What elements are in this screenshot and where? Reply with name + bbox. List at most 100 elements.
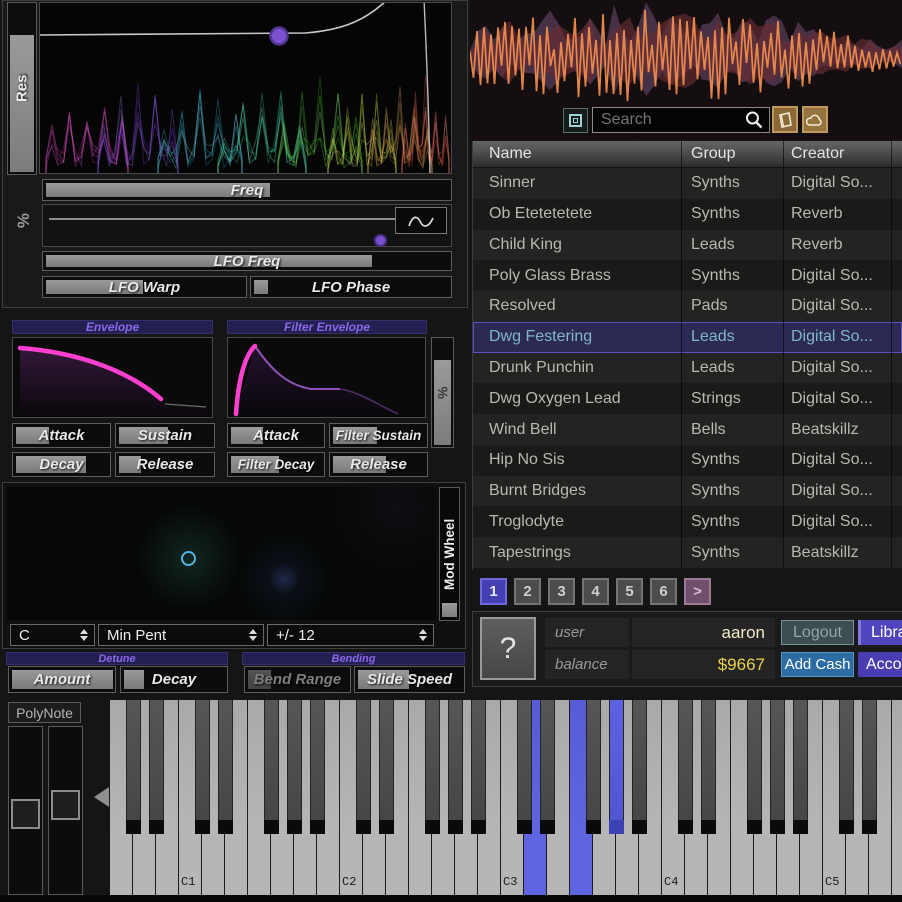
black-key-G#0[interactable]: [126, 700, 141, 834]
polynote-slider-1-handle[interactable]: [11, 799, 40, 829]
table-row[interactable]: SinnerSynthsDigital So...: [473, 168, 902, 199]
amp-attack-button[interactable]: Attack: [12, 423, 111, 448]
library-browse-button[interactable]: [772, 106, 798, 133]
avatar[interactable]: ?: [480, 617, 536, 680]
filter-display[interactable]: [39, 2, 452, 174]
lfo-position-handle[interactable]: [374, 234, 387, 247]
detune-amount-button[interactable]: Amount: [8, 666, 116, 693]
polynote-slider-2[interactable]: [48, 726, 83, 895]
lfo-warp-slider[interactable]: LFO Warp: [42, 276, 247, 298]
lfo-waveform-button[interactable]: [395, 207, 447, 234]
logout-button[interactable]: Logout: [781, 620, 854, 645]
lfo-freq-label: LFO Freq: [214, 253, 281, 270]
table-row[interactable]: Drunk PunchinLeadsDigital So...: [473, 353, 902, 384]
amp-decay-button[interactable]: Decay: [12, 452, 111, 477]
column-header-name[interactable]: Name: [473, 145, 681, 163]
filter-sustain-button[interactable]: Filter Sustain: [329, 423, 428, 448]
filter-envelope-graph[interactable]: [227, 337, 426, 418]
filter-attack-button[interactable]: Attack: [227, 423, 325, 448]
amp-release-button[interactable]: Release: [115, 452, 215, 477]
library-button[interactable]: Library: [858, 620, 902, 645]
envelope-amount-slider[interactable]: %: [431, 337, 454, 448]
column-header-creator[interactable]: Creator: [783, 145, 891, 163]
xy-pad[interactable]: [7, 487, 436, 620]
black-key-A#4[interactable]: [793, 700, 808, 834]
view-mode-button[interactable]: [563, 108, 588, 133]
mod-wheel-slider[interactable]: Mod Wheel: [439, 487, 460, 621]
polynote-slider-2-handle[interactable]: [51, 790, 80, 820]
polynote-slider-1[interactable]: [8, 726, 43, 895]
piano-keyboard[interactable]: C1C2C3C4C5: [110, 700, 902, 895]
black-key-G#1[interactable]: [287, 700, 302, 834]
search-box[interactable]: [592, 107, 770, 133]
page-button-5[interactable]: 5: [616, 578, 643, 605]
black-key-C#5[interactable]: [839, 700, 854, 834]
detune-decay-button[interactable]: Decay: [120, 666, 228, 693]
table-row[interactable]: Wind BellBellsBeatskillz: [473, 414, 902, 445]
root-note-select[interactable]: C: [10, 624, 95, 646]
slide-speed-button[interactable]: Slide Speed: [354, 666, 465, 693]
black-key-A#3[interactable]: [632, 700, 647, 834]
lfo-phase-slider[interactable]: LFO Phase: [250, 276, 452, 298]
lfo-position-slider[interactable]: [42, 204, 452, 247]
freq-slider[interactable]: Freq: [42, 179, 452, 201]
scale-select[interactable]: Min Pent: [98, 624, 264, 646]
column-header-group[interactable]: Group: [681, 145, 783, 163]
black-key-G#3[interactable]: [609, 700, 624, 834]
lfo-freq-slider[interactable]: LFO Freq: [42, 251, 452, 271]
xy-pad-cursor[interactable]: [181, 551, 196, 566]
black-key-F#3[interactable]: [586, 700, 601, 834]
black-key-G#2[interactable]: [448, 700, 463, 834]
page-button-6[interactable]: 6: [650, 578, 677, 605]
filter-decay-label: Filter Decay: [238, 457, 315, 472]
amp-envelope-graph[interactable]: [12, 337, 213, 418]
table-cell: Digital So...: [783, 297, 891, 315]
black-key-D#3[interactable]: [540, 700, 555, 834]
black-key-D#4[interactable]: [701, 700, 716, 834]
page-button-3[interactable]: 3: [548, 578, 575, 605]
black-key-A#1[interactable]: [310, 700, 325, 834]
add-cash-button[interactable]: Add Cash: [781, 652, 854, 677]
black-key-G#4[interactable]: [770, 700, 785, 834]
black-key-A#2[interactable]: [471, 700, 486, 834]
resonance-slider[interactable]: Res: [7, 2, 37, 175]
black-key-A#0[interactable]: [149, 700, 164, 834]
table-row[interactable]: Burnt BridgesSynthsDigital So...: [473, 476, 902, 507]
page-button-1[interactable]: 1: [480, 578, 507, 605]
black-key-F#4[interactable]: [747, 700, 762, 834]
sine-icon: [406, 212, 436, 230]
table-row[interactable]: Poly Glass BrassSynthsDigital So...: [473, 260, 902, 291]
page-button-4[interactable]: 4: [582, 578, 609, 605]
next-page-button[interactable]: >: [684, 578, 711, 605]
table-row[interactable]: Hip No SisSynthsDigital So...: [473, 445, 902, 476]
black-key-F#1[interactable]: [264, 700, 279, 834]
black-key-D#2[interactable]: [379, 700, 394, 834]
black-key-F#2[interactable]: [425, 700, 440, 834]
filter-decay-button[interactable]: Filter Decay: [227, 452, 325, 477]
black-key-C#1[interactable]: [195, 700, 210, 834]
filter-cutoff-handle[interactable]: [271, 28, 288, 45]
black-key-C#3[interactable]: [517, 700, 532, 834]
table-row[interactable]: ResolvedPadsDigital So...: [473, 291, 902, 322]
table-row[interactable]: TapestringsSynthsBeatskillz: [473, 537, 902, 568]
bend-range-button[interactable]: Bend Range: [244, 666, 351, 693]
table-row[interactable]: TroglodyteSynthsDigital So...: [473, 506, 902, 537]
account-button[interactable]: Account: [858, 652, 902, 677]
black-key-D#1[interactable]: [218, 700, 233, 834]
filter-release-button[interactable]: Release: [329, 452, 428, 477]
root-note-value: C: [11, 627, 74, 644]
amp-sustain-button[interactable]: Sustain: [115, 423, 215, 448]
table-row[interactable]: Child KingLeadsReverb: [473, 230, 902, 261]
lfo-amount-knob[interactable]: %: [10, 204, 38, 238]
range-select[interactable]: +/- 12: [267, 624, 434, 646]
black-key-C#2[interactable]: [356, 700, 371, 834]
cloud-sync-button[interactable]: [802, 106, 828, 133]
white-key-F5[interactable]: [892, 700, 902, 895]
table-row[interactable]: Dwg FesteringLeadsDigital So...: [473, 322, 902, 353]
table-row[interactable]: Ob EteteteteteSynthsReverb: [473, 199, 902, 230]
black-key-C#4[interactable]: [678, 700, 693, 834]
black-key-D#5[interactable]: [862, 700, 877, 834]
page-button-2[interactable]: 2: [514, 578, 541, 605]
search-input[interactable]: [593, 111, 743, 129]
table-row[interactable]: Dwg Oxygen LeadStringsDigital So...: [473, 383, 902, 414]
